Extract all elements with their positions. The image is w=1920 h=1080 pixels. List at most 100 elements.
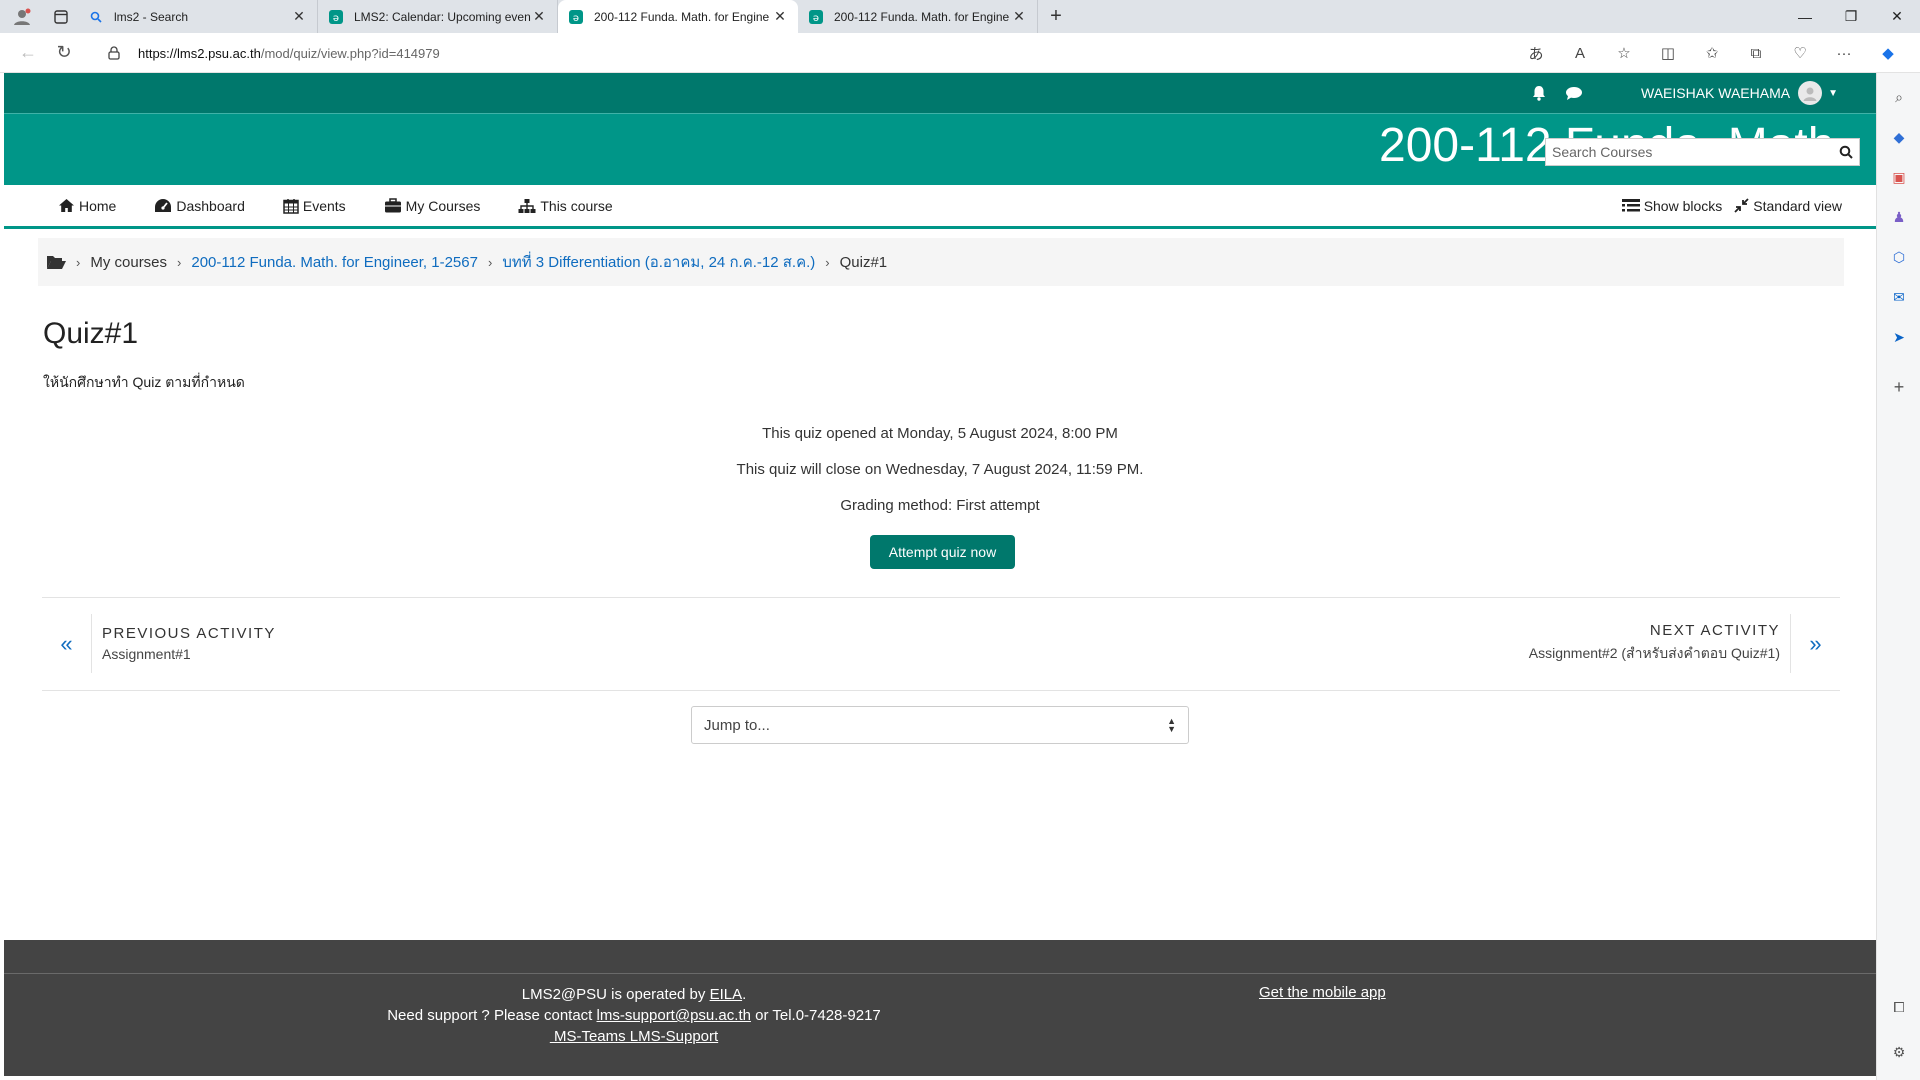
browser-tab[interactable]: lms2 - Search ✕ <box>78 0 318 33</box>
breadcrumb: › My courses › 200-112 Funda. Math. for … <box>38 238 1844 286</box>
search-courses-input[interactable] <box>1546 139 1833 165</box>
quiz-open-time: This quiz opened at Monday, 5 August 202… <box>762 425 1118 442</box>
mobile-app-link[interactable]: Get the mobile app <box>1259 984 1386 1001</box>
close-tab-icon[interactable]: ✕ <box>291 8 307 25</box>
messages-icon[interactable] <box>1565 86 1583 101</box>
browser-tab-active[interactable]: ə 200-112 Funda. Math. for Engine ✕ <box>558 0 798 33</box>
more-menu-icon[interactable]: ··· <box>1822 37 1866 69</box>
svg-text:ə: ə <box>333 13 339 24</box>
back-icon[interactable]: ← <box>10 35 46 71</box>
notification-bell-icon[interactable] <box>1531 85 1547 101</box>
attempt-quiz-button[interactable]: Attempt quiz now <box>870 535 1015 569</box>
browser-essentials-icon[interactable]: ♡ <box>1778 37 1822 69</box>
divider <box>42 690 1840 691</box>
list-icon <box>1621 198 1640 211</box>
nav-my-courses[interactable]: My Courses <box>384 197 481 214</box>
shopping-icon[interactable]: ◆ <box>1885 123 1913 151</box>
breadcrumb-separator: › <box>825 254 830 270</box>
next-activity-link[interactable]: NEXT ACTIVITY Assignment#2 (สำหรับส่งคำต… <box>1340 614 1840 673</box>
user-menu-caret-icon[interactable]: ▼ <box>1828 88 1838 99</box>
footer-mobile: Get the mobile app <box>1259 984 1386 1001</box>
quiz-description: ให้นักศึกษาทำ Quiz ตามที่กำหนด <box>43 374 245 390</box>
quiz-close-time: This quiz will close on Wednesday, 7 Aug… <box>736 461 1144 478</box>
url-field[interactable]: https://lms2.psu.ac.th/mod/quiz/view.php… <box>108 37 1628 69</box>
send-icon[interactable]: ➤ <box>1885 323 1913 351</box>
support-email-link[interactable]: lms-support@psu.ac.th <box>597 1007 751 1024</box>
window-controls: — ❐ ✕ <box>1782 0 1920 33</box>
briefcase-icon <box>384 198 401 213</box>
footer-operated-suffix: . <box>742 986 747 1003</box>
settings-icon[interactable]: ⚙ <box>1885 1038 1913 1066</box>
add-icon[interactable]: + <box>1885 373 1913 401</box>
previous-activity-link[interactable]: « PREVIOUS ACTIVITY Assignment#1 <box>42 614 442 673</box>
translate-icon[interactable]: あ <box>1514 37 1558 69</box>
moodle-icon: ə <box>568 9 584 25</box>
next-activity-label: NEXT ACTIVITY <box>1649 622 1780 639</box>
breadcrumb-my-courses[interactable]: My courses <box>90 254 167 271</box>
tab-actions-icon[interactable] <box>44 0 78 33</box>
tools-icon[interactable]: ▣ <box>1885 163 1913 191</box>
breadcrumb-current: Quiz#1 <box>839 253 888 271</box>
close-tab-icon[interactable]: ✕ <box>1011 8 1027 25</box>
breadcrumb-section-link[interactable]: บทที่ 3 Differentiation (อ.อาคม, 24 ก.ค.… <box>502 250 815 274</box>
standard-view-label: Standard view <box>1753 197 1842 214</box>
lock-icon[interactable] <box>108 46 128 60</box>
show-blocks-button[interactable]: Show blocks <box>1621 198 1722 214</box>
nav-home[interactable]: Home <box>58 198 116 214</box>
m365-icon[interactable]: ⬡ <box>1885 243 1913 271</box>
user-name[interactable]: WAEISHAK WAEHAMA <box>1641 85 1790 101</box>
url-path: /mod/quiz/view.php?id=414979 <box>260 45 440 61</box>
close-tab-icon[interactable]: ✕ <box>531 8 547 25</box>
previous-activity-name: Assignment#1 <box>102 646 191 662</box>
breadcrumb-separator: › <box>177 254 182 270</box>
breadcrumb-course-link[interactable]: 200-112 Funda. Math. for Engineer, 1-256… <box>191 254 478 271</box>
svg-text:ə: ə <box>813 13 819 24</box>
minimize-icon[interactable]: — <box>1782 0 1828 33</box>
outlook-icon[interactable]: ✉ <box>1885 283 1913 311</box>
jump-to-select[interactable]: Jump to... ▲ ▼ <box>691 706 1189 744</box>
footer-divider <box>4 973 1876 974</box>
restore-icon[interactable]: ❐ <box>1828 0 1874 33</box>
page-title: Quiz#1 <box>43 317 139 350</box>
screenshot-icon[interactable]: ⧠ <box>1885 993 1913 1021</box>
moodle-icon: ə <box>808 9 824 25</box>
games-icon[interactable]: ♟ <box>1885 203 1913 231</box>
avatar[interactable] <box>1798 81 1823 105</box>
profile-icon[interactable] <box>0 0 44 33</box>
eila-link[interactable]: EILA <box>710 986 743 1003</box>
jump-to-value: Jump to... <box>704 716 770 734</box>
favorites-icon[interactable]: ✩ <box>1690 37 1734 69</box>
nav-events[interactable]: Events <box>283 198 346 214</box>
page-footer: LMS2@PSU is operated by EILA. Need suppo… <box>4 940 1876 1076</box>
split-screen-icon[interactable]: ◫ <box>1646 37 1690 69</box>
calendar-icon <box>283 198 299 214</box>
browser-tab[interactable]: ə 200-112 Funda. Math. for Engine ✕ <box>798 0 1038 33</box>
previous-activity-label: PREVIOUS ACTIVITY <box>102 625 276 642</box>
close-tab-icon[interactable]: ✕ <box>772 8 788 25</box>
browser-tab[interactable]: ə LMS2: Calendar: Upcoming even ✕ <box>318 0 558 33</box>
copilot-icon[interactable]: ◆ <box>1866 37 1910 69</box>
standard-view-button[interactable]: Standard view <box>1734 198 1842 214</box>
nav-right-actions: Show blocks Standard view <box>1610 185 1842 226</box>
nav-events-label: Events <box>302 197 346 214</box>
ms-teams-support-link[interactable]: MS-Teams LMS-Support <box>550 1028 718 1045</box>
refresh-icon[interactable]: ↻ <box>46 35 82 71</box>
nav-my-courses-label: My Courses <box>405 197 481 214</box>
favorite-star-icon[interactable]: ☆ <box>1602 37 1646 69</box>
new-tab-button[interactable]: + <box>1038 5 1074 28</box>
tab-title: lms2 - Search <box>114 9 189 24</box>
select-arrows-icon: ▲ ▼ <box>1167 716 1176 734</box>
moodle-icon: ə <box>328 9 344 25</box>
nav-dashboard[interactable]: Dashboard <box>154 198 245 214</box>
close-window-icon[interactable]: ✕ <box>1874 0 1920 33</box>
nav-this-course[interactable]: This course <box>518 198 613 214</box>
tab-title: LMS2: Calendar: Upcoming even <box>354 9 531 24</box>
compress-arrows-icon <box>1734 198 1749 213</box>
tab-title: 200-112 Funda. Math. for Engine <box>594 9 770 24</box>
footer-phone-text: or Tel.0-7428-9217 <box>750 1007 881 1024</box>
search-icon[interactable]: ⌕ <box>1885 83 1913 111</box>
dashboard-icon <box>155 199 172 212</box>
collections-icon[interactable]: ⧉ <box>1734 37 1778 69</box>
search-icon[interactable] <box>1833 145 1859 159</box>
read-aloud-icon[interactable]: A <box>1558 37 1602 69</box>
